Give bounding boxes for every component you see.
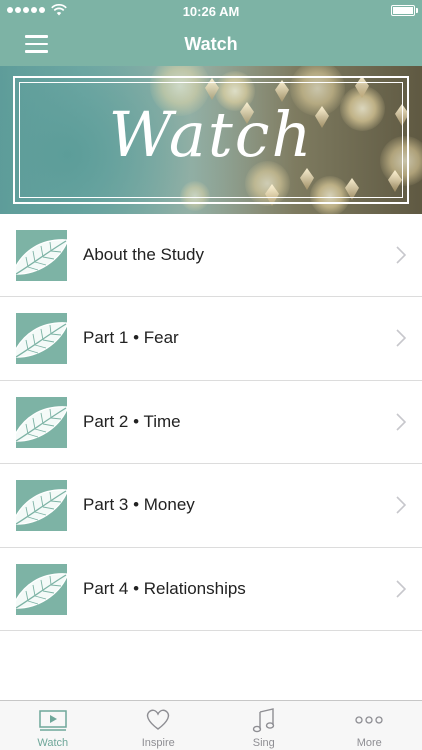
- leaf-icon: [16, 489, 67, 525]
- list-item-part-4[interactable]: Part 4 • Relationships: [0, 547, 422, 631]
- list-item-label: About the Study: [83, 245, 204, 264]
- leaf-thumbnail: [16, 230, 67, 281]
- tab-label: Watch: [37, 737, 69, 749]
- leaf-thumbnail: [16, 313, 67, 365]
- tab-more[interactable]: More: [317, 701, 422, 750]
- tab-inspire[interactable]: Inspire: [106, 701, 212, 750]
- tab-label: Sing: [252, 737, 275, 749]
- page-title: Watch: [184, 34, 238, 54]
- battery-icon: [391, 5, 418, 16]
- list-item-label: Part 4 • Relationships: [83, 578, 246, 598]
- tab-label: More: [356, 737, 382, 749]
- list-item-label: Part 2 • Time: [83, 411, 181, 431]
- list-item-part-2[interactable]: Part 2 • Time: [0, 380, 422, 465]
- more-icon: [355, 716, 383, 724]
- chevron-right-icon: [396, 579, 406, 598]
- leaf-thumbnail: [16, 563, 67, 615]
- tab-label: Inspire: [141, 737, 175, 749]
- chevron-right-icon: [396, 413, 406, 431]
- video-list: About the Study Part 1 • Fear Part 2 • T…: [0, 214, 422, 631]
- music-note-icon: [252, 708, 274, 733]
- list-item-label: Part 3 • Money: [83, 495, 195, 515]
- leaf-icon: [16, 239, 67, 275]
- tab-bar: Watch Inspire Sing More: [0, 700, 422, 750]
- hero-title: Watch: [108, 98, 314, 171]
- leaf-icon: [16, 406, 67, 442]
- heart-icon: [147, 709, 170, 730]
- list-item-part-1[interactable]: Part 1 • Fear: [0, 297, 422, 381]
- chevron-right-icon: [396, 496, 406, 514]
- list-item-label: Part 1 • Fear: [83, 328, 179, 348]
- leaf-thumbnail: [16, 396, 67, 448]
- list-item-part-3[interactable]: Part 3 • Money: [0, 464, 422, 548]
- hero-banner: Watch: [0, 66, 422, 214]
- leaf-icon: [16, 572, 67, 609]
- status-bar: 10:26 AM: [0, 0, 422, 22]
- tab-watch[interactable]: Watch: [0, 701, 106, 750]
- chevron-right-icon: [396, 246, 406, 264]
- leaf-icon: [16, 322, 67, 359]
- tab-sing[interactable]: Sing: [211, 701, 317, 750]
- chevron-right-icon: [396, 329, 406, 347]
- status-time: 10:26 AM: [182, 4, 240, 19]
- list-item-about-the-study[interactable]: About the Study: [0, 214, 422, 298]
- video-icon: [39, 710, 67, 731]
- leaf-thumbnail: [16, 480, 67, 532]
- nav-bar: Watch: [0, 22, 422, 66]
